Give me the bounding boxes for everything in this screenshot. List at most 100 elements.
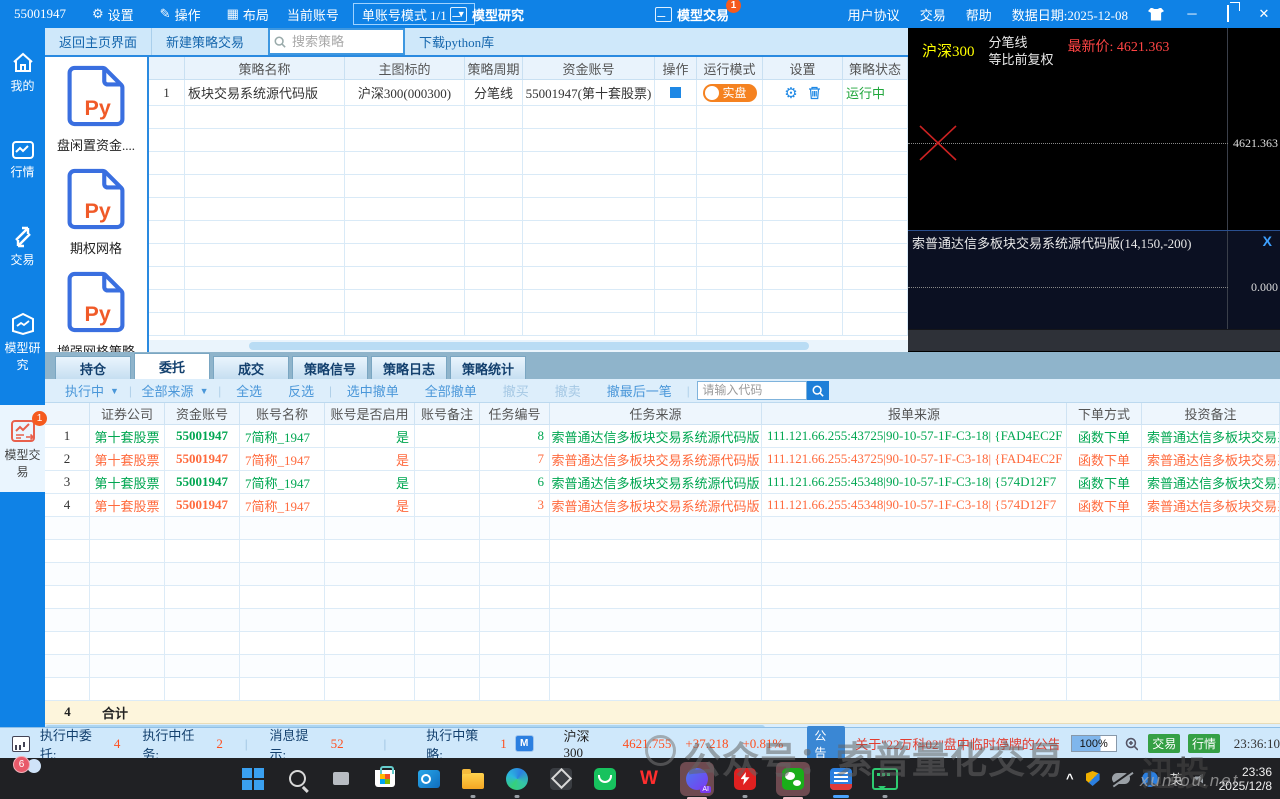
cancel-all-button[interactable]: 全部撤单 bbox=[425, 381, 477, 400]
cancel-buy-button[interactable]: 撤买 bbox=[503, 381, 529, 400]
order-row[interactable]: 2 第十套股票 55001947 7简称_1947 是 7 索普通达信多板块交易… bbox=[45, 448, 1280, 471]
source-filter-dropdown[interactable]: 全部来源 ▼ bbox=[142, 381, 209, 400]
strategy-row[interactable]: 1 板块交易系统源代码版 沪深300(000300) 分笔线 55001947(… bbox=[149, 80, 908, 106]
index-name[interactable]: 沪深300 bbox=[564, 726, 609, 761]
indicator-close-button[interactable]: X bbox=[1263, 233, 1272, 249]
tray-app-icon[interactable] bbox=[1142, 771, 1158, 787]
quote-quick-button[interactable]: 行情 bbox=[1188, 734, 1220, 753]
sidebar-item-home[interactable]: 我的 bbox=[0, 42, 45, 100]
task-view-button[interactable] bbox=[328, 766, 354, 792]
quark-browser-button[interactable] bbox=[680, 762, 714, 796]
file-item[interactable]: Py 增强网格策略 bbox=[45, 269, 147, 352]
sidebar-item-trade[interactable]: 交易 bbox=[0, 216, 45, 274]
green-app-button[interactable] bbox=[592, 766, 618, 792]
sidebar-item-quotes[interactable]: 行情 bbox=[0, 130, 45, 186]
order-empty-row[interactable] bbox=[45, 517, 1280, 540]
strategy-search-input[interactable] bbox=[290, 33, 399, 51]
cloud-offline-icon[interactable] bbox=[1112, 773, 1130, 784]
strategy-empty-row[interactable] bbox=[149, 198, 908, 221]
layout-menu[interactable]: ▦ 布局 bbox=[227, 5, 269, 24]
new-strategy-button[interactable]: 新建策略交易 bbox=[152, 28, 258, 55]
sidebar-item-model-research[interactable]: 模型研究 bbox=[0, 302, 45, 379]
tab-orders[interactable]: 委托 bbox=[134, 353, 210, 379]
run-mode-toggle[interactable]: 实盘 bbox=[697, 80, 763, 106]
nav-model-research[interactable]: 模型研究 bbox=[450, 5, 524, 24]
monitor-icon[interactable] bbox=[12, 736, 30, 752]
trade-quick-button[interactable]: 交易 bbox=[1148, 734, 1180, 753]
zoom-level[interactable]: 100% bbox=[1071, 735, 1117, 752]
strategy-empty-row[interactable] bbox=[149, 221, 908, 244]
order-empty-row[interactable] bbox=[45, 609, 1280, 632]
order-empty-row[interactable] bbox=[45, 586, 1280, 609]
minimize-button[interactable]: ─ bbox=[1184, 6, 1200, 22]
announcement-text[interactable]: 关于"22万科02"盘中临时停牌的公告 bbox=[855, 734, 1059, 753]
sidebar-item-model-trade[interactable]: 1 模型交易 bbox=[0, 405, 45, 492]
order-row[interactable]: 3 第十套股票 55001947 7简称_1947 是 6 索普通达信多板块交易… bbox=[45, 471, 1280, 494]
announcement-badge[interactable]: 公告 bbox=[807, 726, 845, 762]
code-input[interactable] bbox=[697, 381, 807, 400]
close-button[interactable]: ✕ bbox=[1256, 6, 1272, 22]
indicator-pane[interactable]: 索普通达信多板块交易系统源代码版(14,150,-200) X 0.000 bbox=[908, 230, 1280, 329]
user-agreement-link[interactable]: 用户协议 bbox=[848, 5, 900, 24]
speaker-muted-icon[interactable] bbox=[1195, 774, 1207, 784]
trade-link[interactable]: 交易 bbox=[920, 5, 946, 24]
operate-menu[interactable]: ✎ 操作 bbox=[160, 5, 201, 24]
qmt-app-button[interactable] bbox=[828, 766, 854, 792]
strategy-empty-row[interactable] bbox=[149, 129, 908, 152]
edge-button[interactable] bbox=[504, 766, 530, 792]
strategy-empty-row[interactable] bbox=[149, 267, 908, 290]
tab-trades[interactable]: 成交 bbox=[213, 356, 289, 379]
tray-expand-button[interactable]: ^ bbox=[1066, 771, 1074, 786]
zoom-icon[interactable] bbox=[1125, 737, 1139, 751]
order-row[interactable]: 1 第十套股票 55001947 7简称_1947 是 8 索普通达信多板块交易… bbox=[45, 425, 1280, 448]
status-filter-dropdown[interactable]: 执行中 ▼ bbox=[65, 381, 119, 400]
download-python-button[interactable]: 下载python库 bbox=[405, 28, 508, 55]
skin-icon[interactable] bbox=[1148, 8, 1164, 21]
code-search-button[interactable] bbox=[807, 381, 829, 400]
order-empty-row[interactable] bbox=[45, 540, 1280, 563]
select-all-button[interactable]: 全选 bbox=[236, 381, 262, 400]
viewer-app-button[interactable] bbox=[548, 766, 574, 792]
maximize-button[interactable] bbox=[1220, 6, 1236, 22]
order-empty-row[interactable] bbox=[45, 632, 1280, 655]
meeting-app-button[interactable] bbox=[872, 766, 898, 792]
strategy-empty-row[interactable] bbox=[149, 290, 908, 313]
strategy-hscrollbar[interactable] bbox=[149, 340, 908, 352]
outlook-button[interactable] bbox=[416, 766, 442, 792]
cancel-selected-button[interactable]: 选中撤单 bbox=[347, 381, 399, 400]
strategy-empty-row[interactable] bbox=[149, 313, 908, 336]
ime-indicator[interactable]: 英 bbox=[1170, 769, 1183, 788]
start-button[interactable] bbox=[240, 766, 266, 792]
order-empty-row[interactable] bbox=[45, 678, 1280, 701]
strategy-empty-row[interactable] bbox=[149, 244, 908, 267]
file-item[interactable]: Py 盘闲置资金.... bbox=[45, 63, 147, 154]
order-empty-row[interactable] bbox=[45, 563, 1280, 586]
thunder-app-button[interactable] bbox=[732, 766, 758, 792]
wechat-button[interactable] bbox=[776, 762, 810, 796]
invert-select-button[interactable]: 反选 bbox=[288, 381, 314, 400]
wps-button[interactable]: W bbox=[636, 766, 662, 792]
strategy-empty-row[interactable] bbox=[149, 175, 908, 198]
ms-store-button[interactable] bbox=[372, 766, 398, 792]
tab-strategy-log[interactable]: 策略日志 bbox=[371, 356, 447, 379]
taskbar-clock[interactable]: 23:36 2025/12/8 bbox=[1219, 765, 1272, 793]
strategy-search[interactable] bbox=[268, 28, 405, 55]
delete-strategy-button[interactable] bbox=[808, 86, 821, 100]
strategy-empty-row[interactable] bbox=[149, 106, 908, 129]
cancel-last-button[interactable]: 撤最后一笔 bbox=[607, 381, 672, 400]
order-row[interactable]: 4 第十套股票 55001947 7简称_1947 是 3 索普通达信多板块交易… bbox=[45, 494, 1280, 517]
nav-model-trade[interactable]: 模型交易 1 bbox=[655, 5, 729, 24]
help-link[interactable]: 帮助 bbox=[966, 5, 992, 24]
file-item[interactable]: Py 期权网格 bbox=[45, 166, 147, 257]
scroll-thumb[interactable] bbox=[249, 342, 809, 350]
taskbar-search-button[interactable] bbox=[284, 766, 310, 792]
tab-strategy-stats[interactable]: 策略统计 bbox=[450, 356, 526, 379]
strategy-empty-row[interactable] bbox=[149, 152, 908, 175]
cancel-sell-button[interactable]: 撤卖 bbox=[555, 381, 581, 400]
model-icon[interactable]: M bbox=[515, 735, 534, 752]
tab-positions[interactable]: 持仓 bbox=[55, 356, 131, 379]
defender-shield-icon[interactable] bbox=[1086, 771, 1100, 786]
strategy-settings-button[interactable]: ⚙ bbox=[784, 84, 797, 102]
order-empty-row[interactable] bbox=[45, 655, 1280, 678]
file-explorer-button[interactable] bbox=[460, 766, 486, 792]
